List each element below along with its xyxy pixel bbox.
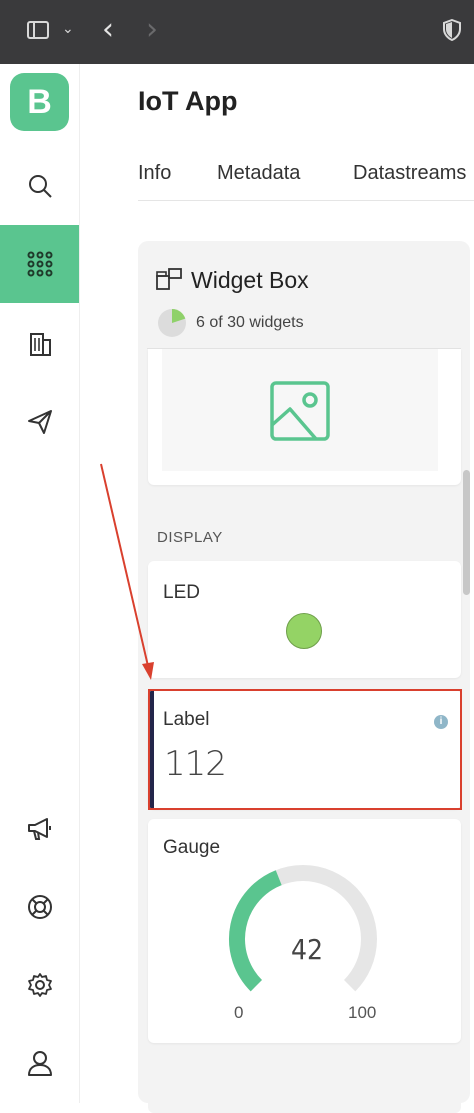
image-icon bbox=[270, 381, 330, 441]
building-icon bbox=[29, 333, 51, 356]
tab-datastreams[interactable]: Datastreams bbox=[353, 162, 466, 185]
nav-search[interactable] bbox=[0, 156, 79, 216]
nav-send[interactable] bbox=[0, 392, 79, 452]
scrollbar-thumb[interactable] bbox=[463, 470, 470, 595]
forward-icon[interactable]: › bbox=[146, 12, 158, 47]
gauge-title: Gauge bbox=[163, 837, 221, 858]
browser-toolbar: ⌄ ‹ › bbox=[0, 0, 474, 64]
grid-icon bbox=[27, 251, 52, 277]
image-widget-preview bbox=[162, 349, 438, 471]
next-widget-card[interactable] bbox=[148, 1053, 461, 1113]
back-icon[interactable]: ‹ bbox=[102, 12, 114, 47]
sidebar-toggle-icon[interactable] bbox=[27, 21, 49, 39]
led-indicator bbox=[286, 613, 322, 649]
gauge-value: 42 bbox=[291, 933, 324, 966]
paper-plane-icon bbox=[27, 410, 52, 434]
shield-icon[interactable] bbox=[443, 19, 461, 41]
tab-metadata[interactable]: Metadata bbox=[217, 162, 300, 185]
lifebuoy-icon bbox=[27, 895, 52, 919]
nav-organizations[interactable] bbox=[0, 314, 79, 374]
page-title: IoT App bbox=[138, 86, 238, 116]
highlight-box bbox=[148, 689, 462, 810]
usage-pie-icon bbox=[158, 309, 186, 337]
image-widget-card[interactable] bbox=[148, 349, 461, 485]
search-icon bbox=[28, 175, 52, 198]
app-logo[interactable]: B bbox=[10, 73, 69, 131]
megaphone-icon bbox=[27, 818, 51, 840]
nav-help[interactable] bbox=[0, 877, 79, 937]
gauge-min-label: 0 bbox=[234, 1003, 244, 1022]
led-widget-card[interactable]: LED bbox=[148, 561, 461, 678]
left-navigation: B bbox=[0, 64, 80, 1103]
led-title: LED bbox=[163, 582, 200, 603]
section-display-label: DISPLAY bbox=[157, 529, 223, 546]
user-icon bbox=[27, 1051, 52, 1076]
widget-box-title: Widget Box bbox=[191, 267, 309, 293]
tab-info[interactable]: Info bbox=[138, 162, 171, 185]
nav-announcements[interactable] bbox=[0, 799, 79, 859]
nav-profile[interactable] bbox=[0, 1033, 79, 1093]
gauge-max-label: 100 bbox=[348, 1003, 377, 1022]
widget-box-icon bbox=[156, 268, 182, 290]
tab-bar: Info Metadata Datastreams bbox=[138, 160, 474, 201]
gauge-widget-card[interactable]: Gauge 42 0 100 bbox=[148, 819, 461, 1043]
gear-icon bbox=[27, 973, 52, 997]
chevron-down-icon[interactable]: ⌄ bbox=[62, 20, 74, 37]
widget-count: 6 of 30 widgets bbox=[196, 314, 304, 331]
nav-settings[interactable] bbox=[0, 955, 79, 1015]
nav-templates[interactable] bbox=[0, 225, 79, 303]
